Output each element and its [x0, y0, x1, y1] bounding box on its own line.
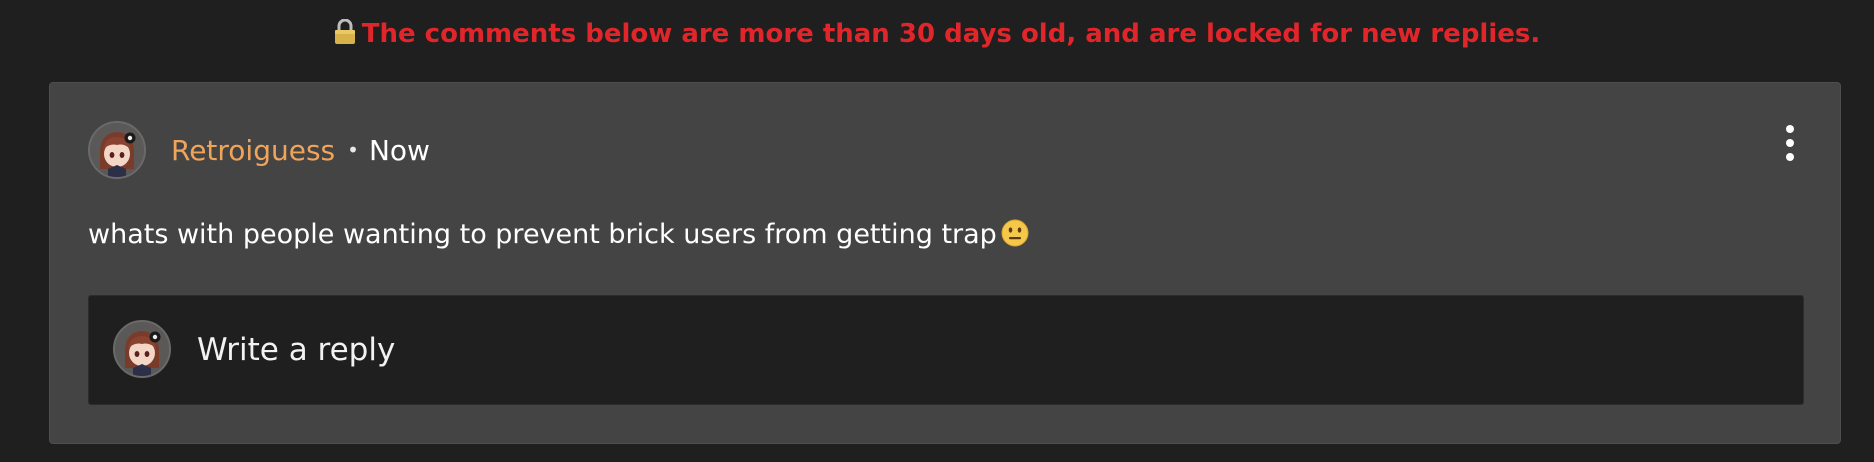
reply-composer[interactable]: [88, 295, 1804, 405]
reply-avatar: [113, 320, 171, 378]
author-name[interactable]: Retroiguess: [171, 134, 335, 167]
author-avatar[interactable]: [88, 121, 146, 179]
neutral-face-emoji-icon: [1001, 219, 1029, 259]
comment-text: whats with people wanting to prevent bri…: [88, 219, 997, 250]
locked-notice-text: The comments below are more than 30 days…: [361, 19, 1541, 49]
kebab-menu-icon[interactable]: [1775, 123, 1805, 163]
comment-body: whats with people wanting to prevent bri…: [88, 215, 1029, 259]
locked-notice: The comments below are more than 30 days…: [0, 14, 1874, 57]
lock-icon: [334, 17, 356, 57]
avatar-image: [115, 322, 169, 376]
comment-card: Retroiguess • Now whats with people wantin…: [49, 82, 1841, 444]
comment-meta: Retroiguess • Now: [171, 130, 430, 171]
meta-separator: •: [347, 138, 359, 162]
avatar-image: [90, 123, 144, 177]
reply-input[interactable]: [197, 328, 1777, 372]
comment-timestamp: Now: [368, 134, 430, 167]
